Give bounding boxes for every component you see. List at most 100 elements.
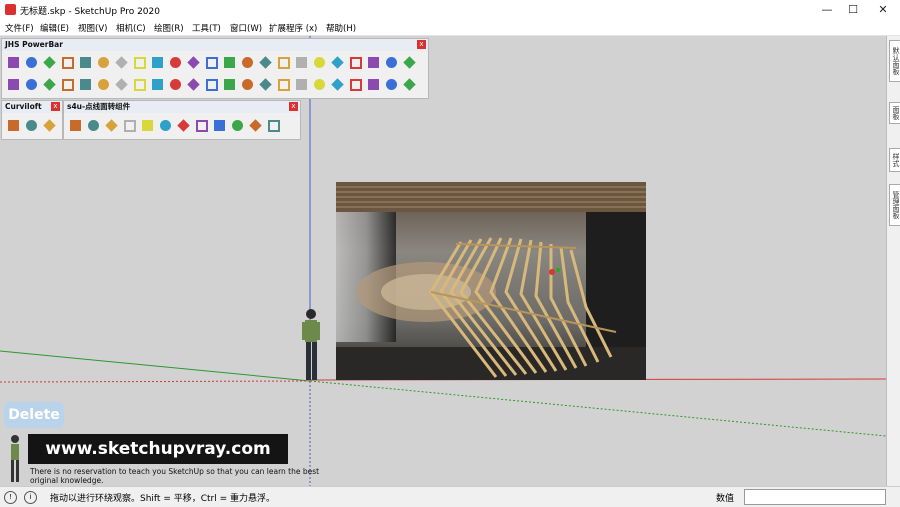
jhs-powerbar-tool-icon[interactable] <box>41 76 58 93</box>
jhs-powerbar-tool-icon[interactable] <box>167 76 184 93</box>
jhs-powerbar-tool-icon[interactable] <box>275 54 292 71</box>
jhs-powerbar-tool-icon[interactable] <box>131 54 148 71</box>
geo-location-icon[interactable]: ! <box>4 491 17 504</box>
menu-file[interactable]: 文件(F) <box>5 22 34 34</box>
info-icon[interactable]: i <box>24 491 37 504</box>
jhs-powerbar-tool-icon[interactable] <box>401 54 418 71</box>
window-title: 无标题.skp - SketchUp Pro 2020 <box>20 7 160 17</box>
curviloft-toolbar <box>5 117 58 135</box>
jhs-powerbar-tool-icon[interactable] <box>383 54 400 71</box>
watermark-person-icon <box>11 435 19 482</box>
jhs-powerbar-tool-icon[interactable] <box>77 54 94 71</box>
curviloft-close-icon[interactable]: x <box>51 102 60 111</box>
jhs-powerbar-tool-icon[interactable] <box>113 76 130 93</box>
jhs-powerbar-tool-icon[interactable] <box>329 76 346 93</box>
jhs-powerbar-tool-icon[interactable] <box>221 54 238 71</box>
measurements-input[interactable] <box>744 489 886 505</box>
curviloft-tool-icon[interactable] <box>23 117 40 134</box>
jhs-powerbar-tool-icon[interactable] <box>257 54 274 71</box>
menu-tools[interactable]: 工具(T) <box>192 22 221 34</box>
minimize-button[interactable]: — <box>814 2 840 18</box>
s4u-close-icon[interactable]: x <box>289 102 298 111</box>
tray-tab-manage[interactable]: 管理面板 <box>889 184 900 226</box>
jhs-powerbar-tool-icon[interactable] <box>149 54 166 71</box>
jhs-powerbar-tool-icon[interactable] <box>293 76 310 93</box>
s4u-tool-icon[interactable] <box>229 117 246 134</box>
jhs-powerbar-tool-icon[interactable] <box>329 54 346 71</box>
menu-extensions[interactable]: 扩展程序 (x) <box>269 22 317 34</box>
jhs-powerbar-title[interactable]: JHS PowerBar <box>2 39 428 51</box>
jhs-powerbar-tool-icon[interactable] <box>239 54 256 71</box>
s4u-tool-icon[interactable] <box>67 117 84 134</box>
s4u-toolbar <box>67 117 282 135</box>
jhs-powerbar-row-1 <box>5 54 418 72</box>
curviloft-tool-icon[interactable] <box>41 117 58 134</box>
status-hint: 拖动以进行环绕观察。Shift = 平移，Ctrl = 重力悬浮。 <box>50 494 275 504</box>
jhs-powerbar-tool-icon[interactable] <box>23 54 40 71</box>
curviloft-tool-icon[interactable] <box>5 117 22 134</box>
jhs-powerbar-tool-icon[interactable] <box>293 54 310 71</box>
jhs-powerbar-tool-icon[interactable] <box>77 76 94 93</box>
s4u-tool-icon[interactable] <box>85 117 102 134</box>
jhs-powerbar-tool-icon[interactable] <box>275 76 292 93</box>
jhs-powerbar-tool-icon[interactable] <box>5 76 22 93</box>
tray-tab-default[interactable]: 默认面板 <box>889 40 900 82</box>
menu-window[interactable]: 窗口(W) <box>230 22 262 34</box>
jhs-powerbar-tool-icon[interactable] <box>167 54 184 71</box>
menu-view[interactable]: 视图(V) <box>78 22 107 34</box>
jhs-powerbar-tool-icon[interactable] <box>203 54 220 71</box>
jhs-powerbar-tool-icon[interactable] <box>257 76 274 93</box>
jhs-powerbar-tool-icon[interactable] <box>131 76 148 93</box>
s4u-tool-icon[interactable] <box>139 117 156 134</box>
menu-camera[interactable]: 相机(C) <box>116 22 146 34</box>
jhs-powerbar-panel[interactable]: JHS PowerBar x <box>1 38 429 99</box>
s4u-tool-icon[interactable] <box>211 117 228 134</box>
close-button[interactable]: ✕ <box>870 2 896 18</box>
maximize-button[interactable]: ☐ <box>840 2 866 18</box>
s4u-tool-icon[interactable] <box>193 117 210 134</box>
s4u-tool-icon[interactable] <box>121 117 138 134</box>
menu-draw[interactable]: 绘图(R) <box>154 22 184 34</box>
jhs-powerbar-close-icon[interactable]: x <box>417 40 426 49</box>
model-viewport[interactable]: JHS PowerBar x Curviloft x s4u-点线面转组件 x … <box>0 36 886 486</box>
menu-edit[interactable]: 编辑(E) <box>40 22 69 34</box>
jhs-powerbar-tool-icon[interactable] <box>5 54 22 71</box>
s4u-tool-icon[interactable] <box>157 117 174 134</box>
jhs-powerbar-tool-icon[interactable] <box>113 54 130 71</box>
scale-figure-person[interactable] <box>298 308 324 384</box>
curviloft-panel[interactable]: Curviloft x <box>1 100 63 140</box>
jhs-powerbar-tool-icon[interactable] <box>95 54 112 71</box>
jhs-powerbar-tool-icon[interactable] <box>365 76 382 93</box>
jhs-powerbar-tool-icon[interactable] <box>95 76 112 93</box>
s4u-title[interactable]: s4u-点线面转组件 <box>64 101 300 113</box>
jhs-powerbar-tool-icon[interactable] <box>311 76 328 93</box>
tray-tab-panels[interactable]: 面板 <box>889 102 900 124</box>
jhs-powerbar-tool-icon[interactable] <box>347 54 364 71</box>
jhs-powerbar-tool-icon[interactable] <box>23 76 40 93</box>
jhs-powerbar-tool-icon[interactable] <box>221 76 238 93</box>
jhs-powerbar-tool-icon[interactable] <box>383 76 400 93</box>
jhs-powerbar-tool-icon[interactable] <box>59 76 76 93</box>
delete-key-overlay: Delete <box>4 402 64 428</box>
jhs-powerbar-tool-icon[interactable] <box>203 76 220 93</box>
jhs-powerbar-tool-icon[interactable] <box>347 76 364 93</box>
jhs-powerbar-tool-icon[interactable] <box>185 76 202 93</box>
s4u-tool-icon[interactable] <box>247 117 264 134</box>
rendered-scene-image[interactable] <box>336 182 646 380</box>
menu-help[interactable]: 帮助(H) <box>326 22 356 34</box>
jhs-powerbar-tool-icon[interactable] <box>311 54 328 71</box>
jhs-powerbar-tool-icon[interactable] <box>59 54 76 71</box>
jhs-powerbar-tool-icon[interactable] <box>41 54 58 71</box>
s4u-panel[interactable]: s4u-点线面转组件 x <box>63 100 301 140</box>
jhs-powerbar-tool-icon[interactable] <box>149 76 166 93</box>
s4u-tool-icon[interactable] <box>265 117 282 134</box>
jhs-powerbar-tool-icon[interactable] <box>185 54 202 71</box>
jhs-powerbar-tool-icon[interactable] <box>239 76 256 93</box>
jhs-powerbar-tool-icon[interactable] <box>401 76 418 93</box>
green-axis <box>0 350 311 382</box>
s4u-tool-icon[interactable] <box>175 117 192 134</box>
s4u-tool-icon[interactable] <box>103 117 120 134</box>
website-banner: www.sketchupvray.com <box>28 434 288 464</box>
tray-tab-styles[interactable]: 样式 <box>889 148 900 172</box>
jhs-powerbar-tool-icon[interactable] <box>365 54 382 71</box>
